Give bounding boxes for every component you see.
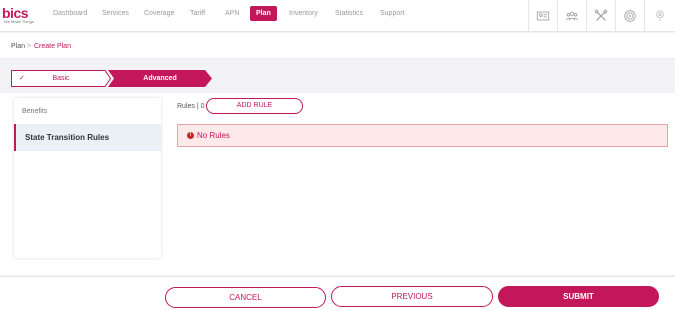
sidebar-item-benefits[interactable]: Benefits (14, 98, 161, 125)
nav-coverage[interactable]: Coverage (144, 9, 174, 18)
logo-text: bics (2, 5, 29, 21)
nav-apn[interactable]: APN (225, 9, 239, 18)
bics-logo[interactable]: bics We Make Things (2, 6, 38, 26)
previous-button[interactable]: PREVIOUS (331, 286, 493, 307)
users-icon[interactable] (557, 0, 586, 31)
submit-button[interactable]: SUBMIT (498, 286, 659, 307)
chevron-right-icon: > (27, 43, 32, 50)
nav-support[interactable]: Support (380, 9, 405, 18)
nav-plan[interactable]: Plan (250, 6, 277, 21)
nav-inventory[interactable]: Inventory (289, 9, 318, 18)
breadcrumb-plan[interactable]: Plan (11, 42, 25, 51)
settings-badge-icon[interactable] (615, 0, 644, 31)
step-basic[interactable]: ✓ Basic (11, 70, 121, 87)
step-advanced-label: Advanced (143, 75, 177, 82)
rules-count-label: Rules | 0 (177, 103, 205, 110)
nav-services[interactable]: Services (102, 9, 129, 18)
nav-dashboard[interactable]: Dashboard (53, 9, 87, 18)
top-navbar: bics We Make Things Dashboard Services C… (0, 0, 675, 32)
main-panel: Benefits State Transition Rules (0, 93, 675, 275)
id-card-icon[interactable] (528, 0, 557, 31)
nav-tariff[interactable]: Tariff (190, 9, 205, 18)
tools-icon[interactable] (586, 0, 615, 31)
step-basic-label: Basic (52, 75, 70, 82)
breadcrumb: Plan > Create Plan (0, 33, 675, 59)
logo-tagline: We Make Things (4, 19, 34, 24)
cancel-button[interactable]: CANCEL (165, 287, 326, 308)
user-location-icon[interactable] (644, 0, 675, 31)
error-icon: ! (187, 132, 194, 139)
no-rules-message: No Rules (197, 131, 230, 140)
nav-statistics[interactable]: Statistics (335, 9, 363, 18)
sidebar: Benefits State Transition Rules (14, 98, 161, 258)
step-advanced[interactable]: Advanced (108, 70, 212, 87)
sidebar-item-state-transition-rules[interactable]: State Transition Rules (14, 124, 161, 151)
no-rules-alert: ! No Rules (177, 124, 668, 147)
breadcrumb-current: Create Plan (34, 43, 71, 50)
add-rule-button[interactable]: ADD RULE (206, 98, 303, 114)
